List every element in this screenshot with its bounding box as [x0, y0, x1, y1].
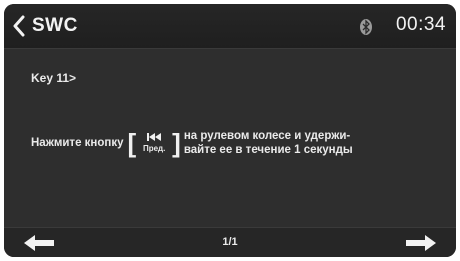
bluetooth-icon: [360, 19, 372, 35]
content-area: Key 11> Нажмите кнопку [ Пред. ] на руле…: [4, 49, 456, 227]
prev-button-caption: Пред.: [142, 144, 166, 153]
arrow-right-icon[interactable]: [406, 235, 436, 251]
bottom-bar: 1/1: [4, 227, 456, 257]
page-title: SWC: [32, 15, 78, 36]
instruction-line-2: вайте ее в течение 1 секунды: [183, 144, 353, 156]
instruction: Нажмите кнопку [ Пред. ] на рулевом коле…: [31, 129, 353, 157]
top-bar: SWC 00:34: [4, 4, 456, 49]
bracket-open: [: [127, 128, 137, 158]
chevron-left-icon: [13, 15, 25, 37]
bracket-close: ]: [172, 128, 181, 158]
prev-button-illustration: Пред.: [142, 133, 166, 153]
skip-previous-icon: [147, 133, 162, 141]
swc-screen: SWC 00:34 Key 11> Нажмите кнопку [ Пред.…: [4, 4, 456, 257]
instruction-text-before: Нажмите кнопку: [31, 137, 124, 149]
instruction-text-after: на рулевом колесе и удержи- вайте ее в т…: [184, 129, 353, 157]
page-indicator: 1/1: [222, 236, 238, 248]
back-button[interactable]: SWC: [12, 13, 78, 39]
instruction-line-1: на рулевом колесе и удержи-: [183, 130, 351, 142]
key-label: Key 11>: [31, 71, 77, 85]
clock: 00:34: [395, 14, 446, 35]
